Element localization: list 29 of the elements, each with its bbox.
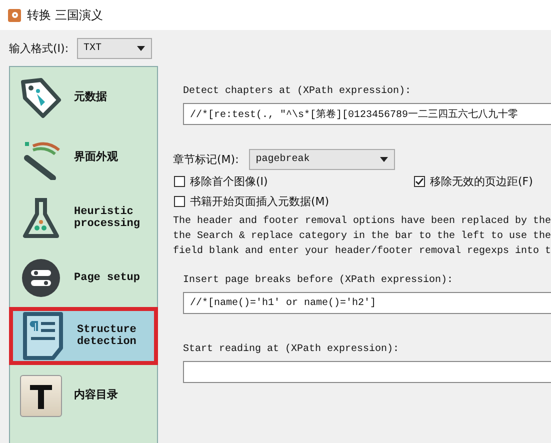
info-paragraph: The header and footer removal options have been replaced by the the Search & replace category in the bar to the left to use the field blank and enter your header/footer removal regexps into t xyxy=(172,214,551,259)
input-field[interactable]: //*[re:test(., "^\s*[第卷][0123456789一二三四五六七八九十零 xyxy=(183,103,551,125)
toggle-icon xyxy=(21,258,61,298)
document-icon xyxy=(23,312,65,360)
window-title: 转换 三国演义 xyxy=(27,6,103,24)
sidebar-item[interactable]: Structure detection xyxy=(9,307,158,365)
sidebar-item[interactable]: 界面外观 xyxy=(10,129,157,187)
sidebar-item[interactable]: Page setup xyxy=(10,249,157,307)
sidebar-item[interactable]: 内容目录 xyxy=(10,367,157,425)
checkbox-label: 书籍开始页面插入元数据(M) xyxy=(190,194,330,209)
field-label: Insert page breaks before (XPath expression): xyxy=(182,275,454,286)
app-icon xyxy=(8,8,21,22)
tag-icon xyxy=(19,76,63,120)
field-label: Start reading at (XPath expression): xyxy=(182,344,400,355)
input-field[interactable] xyxy=(183,361,551,383)
chapter-mark-dropdown[interactable]: pagebreak xyxy=(248,149,395,170)
field-label: Detect chapters at (XPath expression): xyxy=(182,86,412,97)
sidebar-item[interactable]: Heuristic processing xyxy=(10,189,157,247)
sidebar-item[interactable]: 元数据 xyxy=(10,69,157,127)
input-format-dropdown[interactable]: TXT xyxy=(76,38,152,59)
checkbox[interactable] xyxy=(174,176,185,187)
letter-tile-icon xyxy=(20,375,62,417)
checkbox-label: 移除首个图像(I) xyxy=(190,174,268,189)
checkbox[interactable] xyxy=(174,196,185,207)
checkbox[interactable] xyxy=(414,176,425,187)
field-label: 章节标记(M): xyxy=(173,152,239,167)
checkbox-label: 移除无效的页边距(F) xyxy=(430,174,533,189)
input-field[interactable]: //*[name()='h1' or name()='h2'] xyxy=(183,292,551,314)
input-format-label: 输入格式(I): xyxy=(9,41,69,56)
